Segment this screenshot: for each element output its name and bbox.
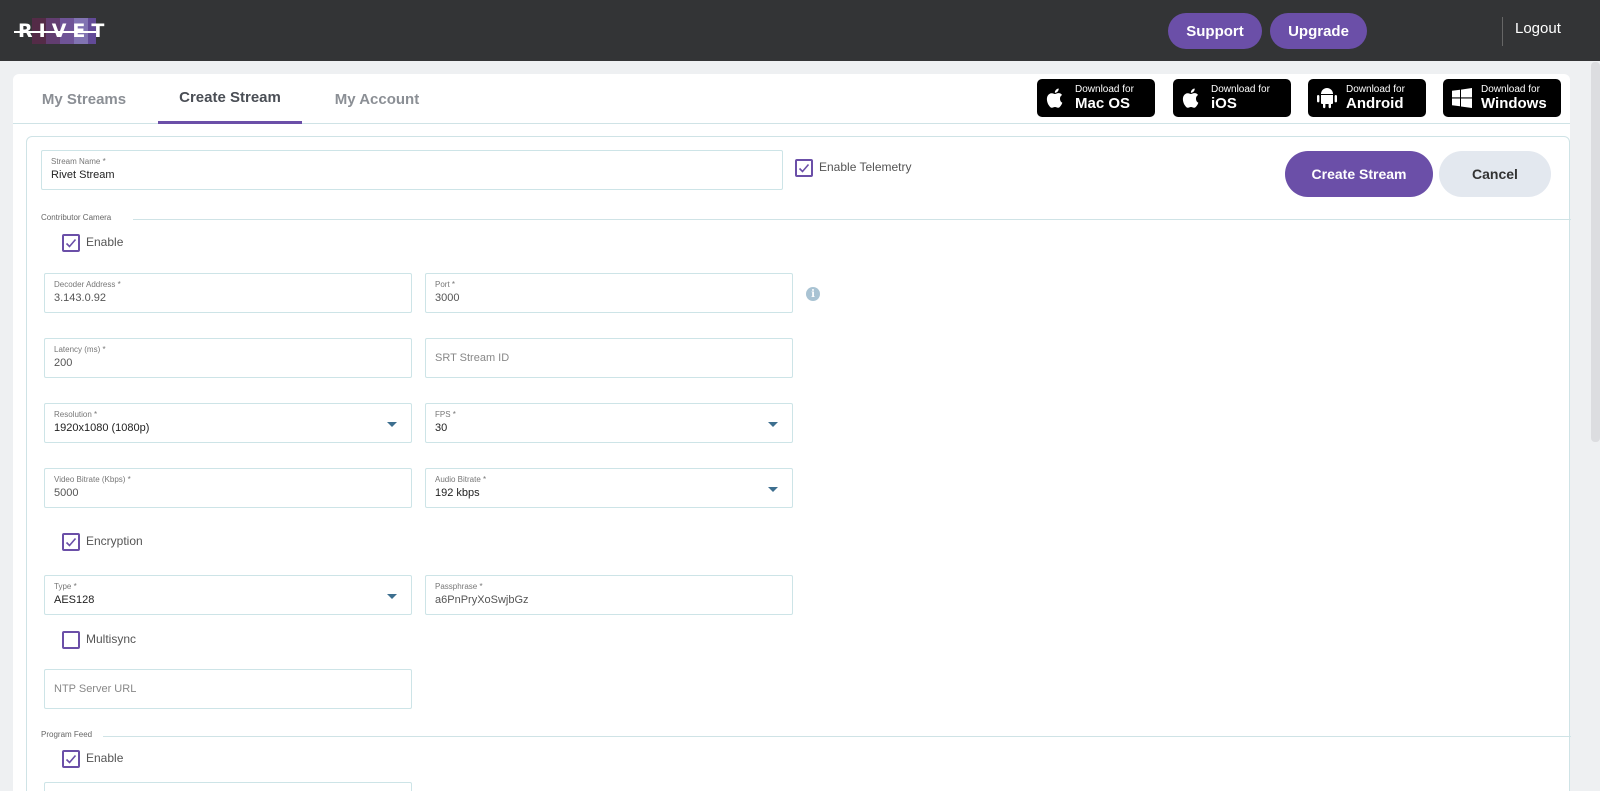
field-value: 5000 bbox=[54, 487, 79, 499]
field-value: Rivet Stream bbox=[51, 169, 115, 181]
download-platform-label: Windows bbox=[1481, 95, 1547, 112]
resolution-select[interactable]: Resolution * 1920x1080 (1080p) bbox=[44, 403, 412, 443]
field-label: Video Bitrate (Kbps) * bbox=[54, 475, 131, 484]
field-label: Passphrase * bbox=[435, 582, 483, 591]
download-small-label: Download for bbox=[1075, 84, 1134, 95]
audio-bitrate-select[interactable]: Audio Bitrate * 192 kbps bbox=[425, 468, 793, 508]
logout-link[interactable]: Logout bbox=[1515, 20, 1561, 37]
download-small-label: Download for bbox=[1211, 84, 1270, 95]
top-bar: RIVET Support Upgrade Logout bbox=[0, 0, 1600, 61]
tab-my-account[interactable]: My Account bbox=[325, 74, 429, 124]
passphrase-field[interactable]: Passphrase * a6PnPryXoSwjbGz bbox=[425, 575, 793, 615]
srt-stream-id-field[interactable]: SRT Stream ID bbox=[425, 338, 793, 378]
download-android-badge[interactable]: Download for Android bbox=[1308, 79, 1426, 117]
android-icon bbox=[1316, 87, 1338, 109]
encryption-label: Encryption bbox=[86, 534, 143, 548]
support-button[interactable]: Support bbox=[1168, 13, 1262, 49]
program-feed-section: Program Feed bbox=[41, 730, 1571, 742]
stream-name-field[interactable]: Stream Name * Rivet Stream bbox=[41, 150, 783, 190]
download-macos-badge[interactable]: Download for Mac OS bbox=[1037, 79, 1155, 117]
field-label: FPS * bbox=[435, 410, 456, 419]
rivet-logo[interactable]: RIVET bbox=[14, 16, 104, 46]
download-ios-badge[interactable]: Download for iOS bbox=[1173, 79, 1291, 117]
chevron-down-icon bbox=[387, 422, 397, 427]
field-label: Type * bbox=[54, 582, 77, 591]
tab-bar: My Streams Create Stream My Account Down… bbox=[13, 74, 1570, 124]
video-bitrate-field[interactable]: Video Bitrate (Kbps) * 5000 bbox=[44, 468, 412, 508]
windows-icon bbox=[1451, 87, 1473, 109]
decoder-address-field[interactable]: Decoder Address * 3.143.0.92 bbox=[44, 273, 412, 313]
field-value: a6PnPryXoSwjbGz bbox=[435, 594, 529, 606]
enable-telemetry-checkbox[interactable] bbox=[795, 159, 813, 177]
section-label: Program Feed bbox=[41, 730, 93, 739]
upgrade-button[interactable]: Upgrade bbox=[1270, 13, 1367, 49]
port-field[interactable]: Port * 3000 bbox=[425, 273, 793, 313]
field-value: 1920x1080 (1080p) bbox=[54, 422, 150, 434]
chevron-down-icon bbox=[768, 487, 778, 492]
field-value: AES128 bbox=[54, 594, 95, 606]
encryption-type-select[interactable]: Type * AES128 bbox=[44, 575, 412, 615]
cancel-button[interactable]: Cancel bbox=[1439, 151, 1551, 197]
multisync-checkbox[interactable] bbox=[62, 631, 80, 649]
download-platform-label: iOS bbox=[1211, 95, 1237, 112]
chevron-down-icon bbox=[387, 594, 397, 599]
contributor-enable-checkbox[interactable] bbox=[62, 234, 80, 252]
info-icon[interactable]: i bbox=[806, 287, 820, 301]
contributor-camera-section: Contributor Camera bbox=[41, 213, 1571, 225]
fps-select[interactable]: FPS * 30 bbox=[425, 403, 793, 443]
contributor-enable-label: Enable bbox=[86, 235, 124, 249]
field-label: Resolution * bbox=[54, 410, 98, 419]
create-stream-button[interactable]: Create Stream bbox=[1285, 151, 1433, 197]
multisync-label: Multisync bbox=[86, 632, 137, 646]
tab-my-streams[interactable]: My Streams bbox=[33, 74, 135, 124]
header-divider bbox=[1502, 17, 1503, 46]
download-platform-label: Android bbox=[1346, 95, 1404, 112]
field-placeholder: SRT Stream ID bbox=[435, 352, 510, 364]
download-small-label: Download for bbox=[1481, 84, 1540, 95]
apple-icon bbox=[1181, 87, 1203, 109]
enable-telemetry-label: Enable Telemetry bbox=[819, 160, 912, 174]
field-label: Decoder Address * bbox=[54, 280, 121, 289]
field-placeholder: NTP Server URL bbox=[54, 683, 137, 695]
main-card: My Streams Create Stream My Account Down… bbox=[13, 74, 1571, 791]
field-value: 192 kbps bbox=[435, 487, 480, 499]
program-feed-field[interactable] bbox=[44, 782, 412, 791]
create-stream-form: Stream Name * Rivet Stream Enable Teleme… bbox=[26, 136, 1571, 791]
encryption-checkbox[interactable] bbox=[62, 533, 80, 551]
field-label: Latency (ms) * bbox=[54, 345, 106, 354]
program-feed-enable-label: Enable bbox=[86, 751, 124, 765]
download-windows-badge[interactable]: Download for Windows bbox=[1443, 79, 1561, 117]
field-label: Stream Name * bbox=[51, 157, 106, 166]
download-small-label: Download for bbox=[1346, 84, 1405, 95]
section-label: Contributor Camera bbox=[41, 213, 112, 222]
latency-field[interactable]: Latency (ms) * 200 bbox=[44, 338, 412, 378]
program-feed-enable-checkbox[interactable] bbox=[62, 750, 80, 768]
tab-create-stream[interactable]: Create Stream bbox=[158, 74, 302, 124]
field-label: Port * bbox=[435, 280, 456, 289]
ntp-server-field[interactable]: NTP Server URL bbox=[44, 669, 412, 709]
field-value: 30 bbox=[435, 422, 448, 434]
chevron-down-icon bbox=[768, 422, 778, 427]
apple-icon bbox=[1045, 87, 1067, 109]
field-value: 200 bbox=[54, 357, 73, 369]
page-scrollbar[interactable] bbox=[1591, 62, 1600, 442]
download-platform-label: Mac OS bbox=[1075, 95, 1131, 112]
field-value: 3000 bbox=[435, 292, 460, 304]
field-label: Audio Bitrate * bbox=[435, 475, 487, 484]
field-value: 3.143.0.92 bbox=[54, 292, 106, 304]
